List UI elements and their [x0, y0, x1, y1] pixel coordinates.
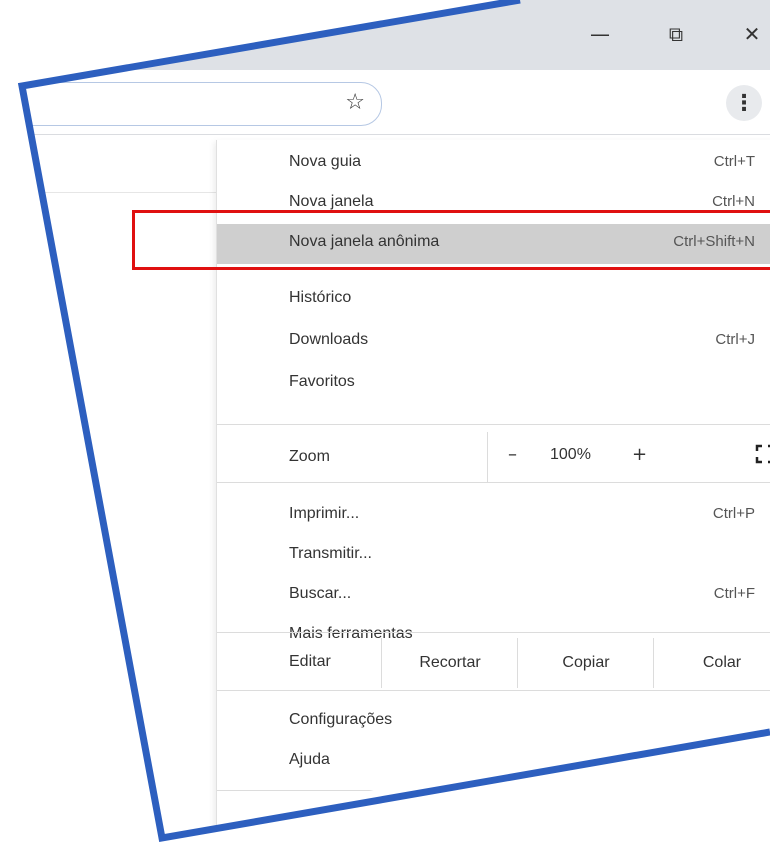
- tilted-frame: [0, 0, 770, 847]
- highlight-box: [132, 210, 770, 270]
- frame-mask: [0, 0, 770, 847]
